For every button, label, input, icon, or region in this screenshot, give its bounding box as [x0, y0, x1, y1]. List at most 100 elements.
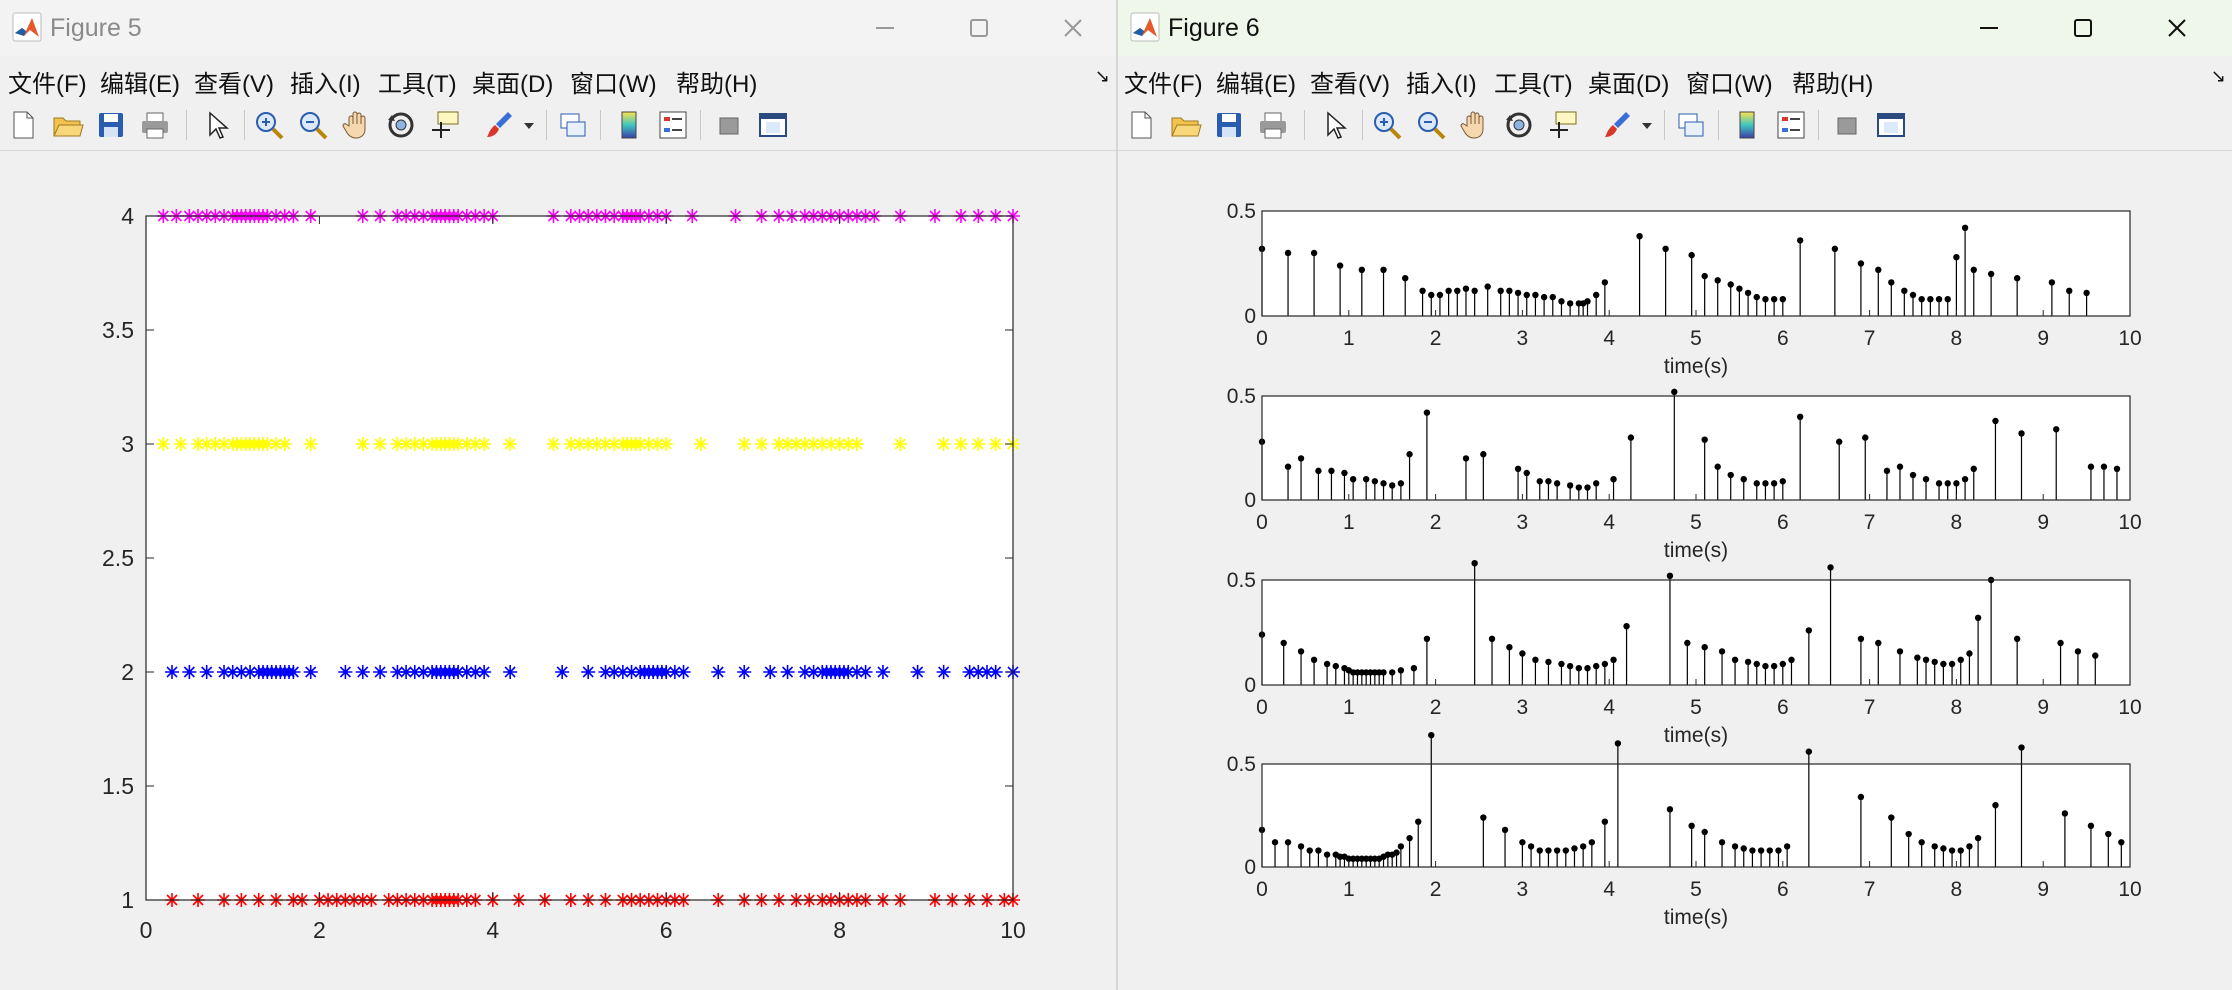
stem-marker — [1701, 828, 1708, 836]
stem-marker — [2013, 635, 2021, 642]
asterisk-marker — [156, 437, 171, 451]
stem-marker — [1584, 665, 1591, 672]
x-tick-label: 6 — [1777, 878, 1789, 901]
stem-marker — [2061, 810, 2069, 817]
y-tick-label: 2 — [121, 659, 134, 685]
stem-marker — [1532, 291, 1539, 299]
y-tick-label: 0.5 — [1227, 753, 1256, 776]
stem-marker — [1770, 662, 1778, 670]
stem-marker — [1514, 465, 1522, 472]
stem-marker — [1731, 843, 1739, 850]
asterisk-marker — [355, 665, 370, 679]
stem-marker — [1714, 277, 1721, 284]
stem-marker — [1727, 471, 1734, 479]
x-tick-label: 1 — [1343, 511, 1355, 534]
stem-marker — [1779, 478, 1787, 485]
x-tick-label: 0 — [140, 917, 153, 943]
stem-marker — [1566, 300, 1574, 307]
stem-marker — [1588, 839, 1596, 846]
x-tick-label: 0 — [1256, 696, 1268, 719]
y-tick-label: 3 — [121, 431, 134, 457]
stem-marker — [1575, 665, 1583, 672]
stem-marker — [1519, 650, 1526, 657]
asterisk-marker — [503, 665, 518, 679]
asterisk-marker — [338, 665, 353, 679]
stem-marker — [1744, 658, 1752, 666]
x-tick-label: 2 — [1430, 696, 1442, 719]
x-tick-label: 10 — [2118, 327, 2141, 350]
stem-marker — [1610, 476, 1617, 483]
stem-marker — [2013, 275, 2021, 282]
x-tick-label: 9 — [2037, 696, 2049, 719]
y-tick-label: 0.5 — [1227, 569, 1256, 592]
stem-marker — [1480, 814, 1487, 821]
stem-marker — [1927, 296, 1934, 303]
stem-marker — [1805, 748, 1813, 755]
stem-marker — [1940, 845, 1947, 852]
stem-marker — [1974, 614, 1982, 621]
stem-marker — [1783, 843, 1791, 850]
asterisk-marker — [893, 437, 908, 451]
stem-marker — [1462, 285, 1470, 292]
stem-marker — [1953, 480, 1960, 487]
stem-marker — [1931, 843, 1938, 850]
asterisk-marker — [303, 437, 318, 451]
stem-marker — [1406, 834, 1413, 842]
stem-marker — [1770, 480, 1778, 487]
stem-marker — [1831, 245, 1839, 252]
y-tick-label: 0 — [1244, 305, 1256, 328]
stem-marker — [1562, 847, 1570, 854]
x-tick-label: 7 — [1864, 696, 1876, 719]
x-tick-label: 5 — [1690, 696, 1702, 719]
stem-marker — [1488, 635, 1496, 642]
stem-marker — [1362, 476, 1370, 483]
stem-marker — [1875, 266, 1882, 273]
stem-marker — [1336, 262, 1344, 269]
asterisk-marker — [173, 437, 188, 451]
x-tick-label: 4 — [1603, 696, 1615, 719]
stem-marker — [1662, 245, 1669, 252]
stem-marker — [1579, 843, 1587, 850]
asterisk-marker — [182, 665, 197, 679]
x-tick-label: 7 — [1864, 511, 1876, 534]
stem-marker — [1740, 476, 1747, 483]
stem-marker — [1770, 296, 1778, 303]
x-tick-label: 3 — [1517, 327, 1529, 350]
stem-marker — [1423, 635, 1431, 642]
stem-marker — [1397, 843, 1405, 850]
stem-marker — [1284, 249, 1292, 257]
stem-marker — [1987, 270, 1995, 278]
stem-marker — [1966, 843, 1973, 850]
y-tick-label: 0.5 — [1227, 385, 1256, 408]
figure-5-axes-background — [146, 216, 1013, 900]
stem-marker — [1506, 644, 1513, 651]
stem-marker — [1428, 731, 1435, 739]
stem-marker — [1701, 272, 1708, 280]
y-tick-label: 1 — [121, 887, 134, 913]
asterisk-marker — [737, 437, 752, 451]
stem-marker — [1944, 480, 1951, 487]
stem-marker — [1875, 639, 1882, 647]
stem-marker — [1940, 660, 1947, 668]
stem-marker — [1592, 480, 1600, 487]
stem-marker — [1627, 434, 1635, 441]
asterisk-marker — [936, 665, 951, 679]
stem-marker — [1310, 656, 1318, 663]
stem-marker — [1349, 476, 1357, 483]
stem-marker — [1948, 660, 1956, 668]
stem-marker — [1888, 814, 1895, 821]
asterisk-marker — [277, 437, 292, 451]
stem-marker — [1532, 656, 1539, 663]
stem-marker — [1284, 463, 1292, 470]
x-tick-label: 0 — [1256, 327, 1268, 350]
x-axis-label: time(s) — [1664, 906, 1728, 929]
stem-marker — [1762, 296, 1769, 303]
asterisk-marker — [711, 665, 726, 679]
stem-marker — [1953, 254, 1960, 261]
stem-marker — [1410, 665, 1418, 672]
asterisk-marker — [303, 665, 318, 679]
stem-marker — [1471, 560, 1478, 567]
stem-marker — [1484, 283, 1491, 290]
stem-marker — [2118, 839, 2125, 846]
stem-marker — [1601, 660, 1609, 668]
